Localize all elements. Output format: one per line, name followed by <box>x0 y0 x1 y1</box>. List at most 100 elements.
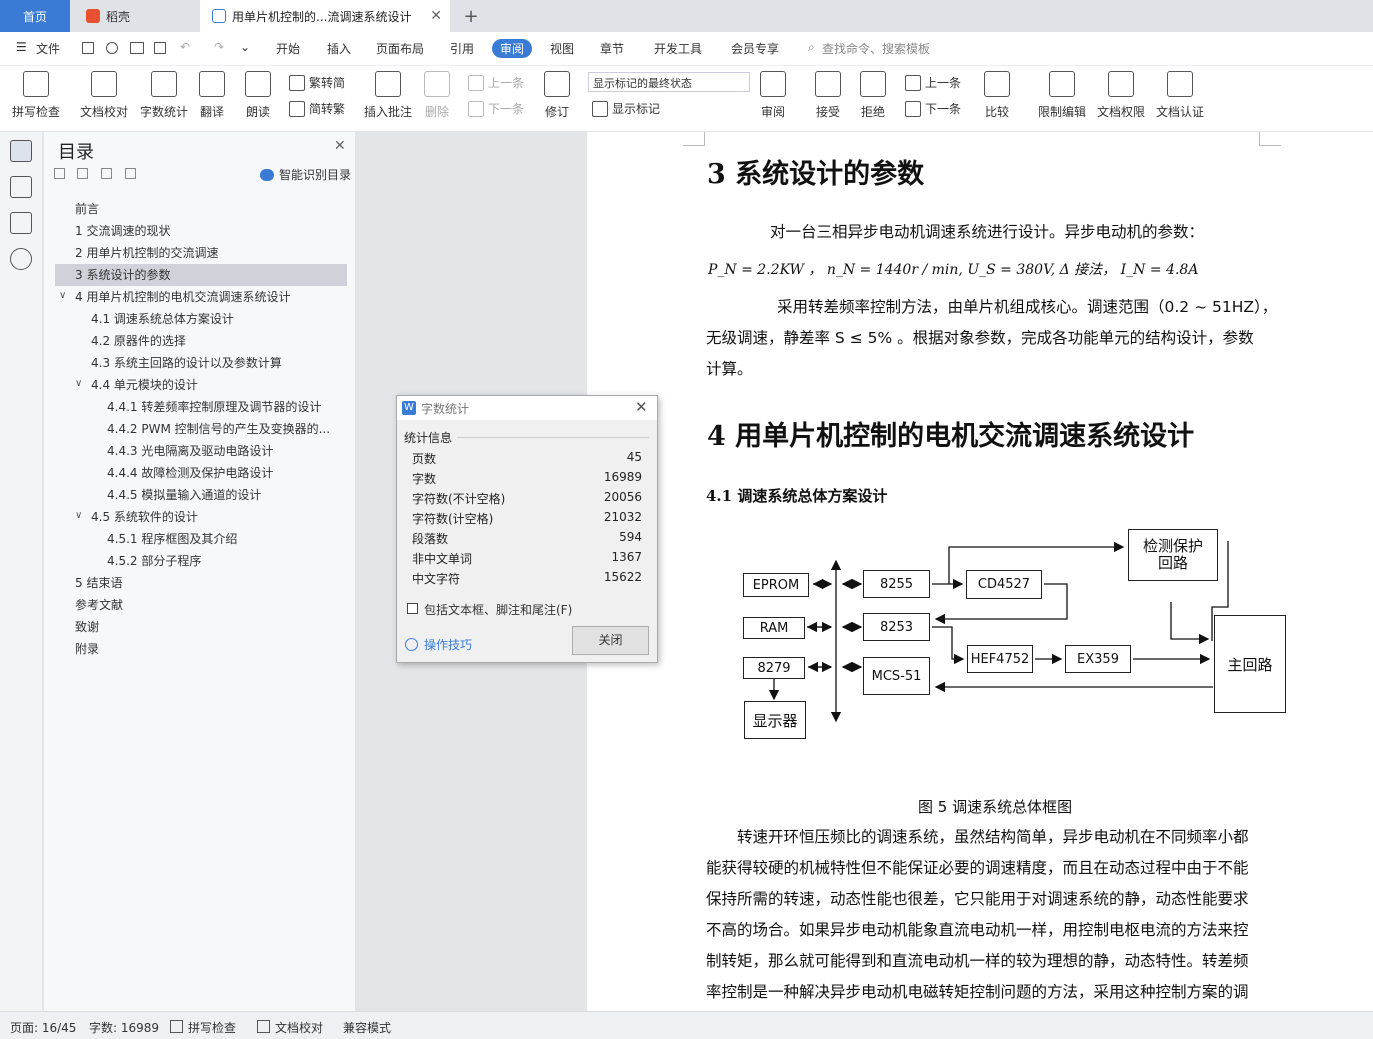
toc-item[interactable]: 4.5.1 程序框图及其介绍 <box>55 528 347 550</box>
paragraph: 制转矩，那么就可能得到和直流电动机一样的较为理想的静，动态特性。转差频 <box>706 952 1249 970</box>
page-indicator[interactable]: 页面: 16/45 <box>10 1019 76 1036</box>
review-pane-button[interactable]: 审阅 <box>760 71 786 120</box>
toc-item[interactable]: 4.5.2 部分子程序 <box>55 550 347 572</box>
accept-button[interactable]: 接受 <box>815 71 841 120</box>
doc-auth-button[interactable]: 文档认证 <box>1156 71 1204 120</box>
trad-to-simp-button[interactable]: 繁转简 <box>289 74 345 91</box>
toc-item[interactable]: 4.2 原器件的选择 <box>55 330 347 352</box>
doccheck-button[interactable]: 文档校对 <box>80 71 128 120</box>
chevron-down-icon[interactable]: ∨ <box>75 378 82 389</box>
include-footnotes-checkbox[interactable] <box>407 603 418 614</box>
print-icon[interactable] <box>130 42 144 54</box>
preview-icon[interactable] <box>154 42 166 54</box>
stat-row: 字数 16989 <box>412 470 642 490</box>
collapse-all-icon[interactable] <box>54 168 65 179</box>
restrict-edit-button[interactable]: 限制编辑 <box>1038 71 1086 120</box>
menu-start[interactable]: 开始 <box>276 40 300 57</box>
expand-all-icon[interactable] <box>77 168 88 179</box>
read-aloud-button[interactable]: 朗读 <box>245 71 271 120</box>
next-change-button[interactable]: 下一条 <box>905 100 961 117</box>
prev-label: 上一条 <box>488 76 525 90</box>
remove-heading-icon[interactable] <box>125 168 136 179</box>
chapter-icon[interactable] <box>10 176 32 198</box>
menu-devtools[interactable]: 开发工具 <box>654 40 702 57</box>
command-search[interactable]: 查找命令、搜索模板 <box>822 40 930 57</box>
more-icon[interactable]: ⌄ <box>240 40 250 54</box>
toc-item[interactable]: 4.3 系统主回路的设计以及参数计算 <box>55 352 347 374</box>
chevron-down-icon[interactable]: ∨ <box>75 510 82 521</box>
toc-item[interactable]: 4.4.5 模拟量输入通道的设计 <box>55 484 347 506</box>
simp-to-trad-button[interactable]: 简转繁 <box>289 100 345 117</box>
stat-row: 字符数(计空格) 21032 <box>412 510 642 530</box>
toc-item[interactable]: 4.4.2 PWM 控制信号的产生及变换器的... <box>55 418 347 440</box>
share-icon[interactable] <box>106 42 118 54</box>
toc-item[interactable]: 4.1 调速系统总体方案设计 <box>55 308 347 330</box>
outline-icon[interactable] <box>10 140 32 162</box>
markup-state-select[interactable]: 显示标记的最终状态 <box>588 72 750 92</box>
menu-layout[interactable]: 页面布局 <box>376 40 424 57</box>
revise-button[interactable]: 修订 <box>544 71 570 120</box>
spellcheck-button[interactable]: 拼写检查 <box>12 71 60 120</box>
toc-item[interactable]: 4.4.4 故障检测及保护电路设计 <box>55 462 347 484</box>
spellcheck-status[interactable]: 拼写检查 <box>188 1019 236 1036</box>
show-markup-button[interactable]: 显示标记 <box>592 100 660 117</box>
menu-view[interactable]: 视图 <box>550 40 574 57</box>
add-heading-icon[interactable] <box>101 168 112 179</box>
prev-comment-button[interactable]: 上一条 <box>468 74 524 91</box>
prev-change-button[interactable]: 上一条 <box>905 74 961 91</box>
doc-permission-button[interactable]: 文档权限 <box>1097 71 1145 120</box>
tips-link[interactable]: 操作技巧 <box>405 636 472 653</box>
toc-item[interactable]: 附录 <box>55 638 347 660</box>
toc-item[interactable]: 5 结束语 <box>55 572 347 594</box>
new-tab-button[interactable]: + <box>458 0 484 32</box>
smart-toc-button[interactable]: 智能识别目录 <box>260 166 351 183</box>
close-icon[interactable]: ✕ <box>635 398 648 416</box>
bookmark-icon[interactable] <box>10 212 32 234</box>
menu-icon[interactable]: ☰ <box>16 40 27 54</box>
save-icon[interactable] <box>82 42 94 54</box>
close-icon[interactable]: ✕ <box>334 138 346 154</box>
redo-icon[interactable]: ↷ <box>214 40 224 54</box>
close-icon[interactable]: ✕ <box>430 8 442 24</box>
tab-document[interactable]: 用单片机控制的...流调速系统设计 ✕ <box>200 0 450 32</box>
menu-review[interactable]: 审阅 <box>492 39 533 58</box>
word-count-indicator[interactable]: 字数: 16989 <box>89 1019 159 1036</box>
revise-label: 修订 <box>544 105 569 119</box>
insert-comment-button[interactable]: 插入批注 <box>364 71 412 120</box>
menu-reference[interactable]: 引用 <box>450 40 474 57</box>
stat-value: 45 <box>626 450 642 464</box>
include-footnotes-label[interactable]: 包括文本框、脚注和尾注(F) <box>424 601 572 618</box>
menu-chapter[interactable]: 章节 <box>600 40 624 57</box>
toc-item[interactable]: 4.4.1 转差频率控制原理及调节器的设计 <box>55 396 347 418</box>
toc-item[interactable]: 致谢 <box>55 616 347 638</box>
menu-insert[interactable]: 插入 <box>327 40 351 57</box>
next-comment-button[interactable]: 下一条 <box>468 100 524 117</box>
menu-file[interactable]: 文件 <box>36 40 60 57</box>
compare-button[interactable]: 比较 <box>984 71 1010 120</box>
document-page[interactable]: 3 系统设计的参数 对一台三相异步电动机调速系统进行设计。异步电动机的参数： P… <box>587 132 1373 1011</box>
toc-item[interactable]: 4.5 系统软件的设计 <box>55 506 347 528</box>
undo-icon[interactable]: ↶ <box>180 40 190 54</box>
toc-item[interactable]: 前言 <box>55 198 347 220</box>
tab-daoke[interactable]: 稻壳 <box>72 0 192 32</box>
doccheck-status[interactable]: 文档校对 <box>275 1019 323 1036</box>
wordcount-button[interactable]: 字数统计 <box>140 71 188 120</box>
chevron-down-icon[interactable]: ∨ <box>59 290 66 301</box>
menu-member[interactable]: 会员专享 <box>731 40 779 57</box>
toc-item[interactable]: 4 用单片机控制的电机交流调速系统设计 <box>55 286 347 308</box>
toc-item[interactable]: 参考文献 <box>55 594 347 616</box>
toc-item-selected[interactable]: 3 系统设计的参数 <box>55 264 347 286</box>
tab-home[interactable]: 首页 <box>0 0 70 32</box>
delete-comment-button[interactable]: 删除 <box>424 71 450 120</box>
toc-item[interactable]: 4.4 单元模块的设计 <box>55 374 347 396</box>
close-button[interactable]: 关闭 <box>572 626 649 655</box>
search-icon[interactable] <box>10 248 32 270</box>
auth-label: 文档认证 <box>1156 105 1205 119</box>
toc-item[interactable]: 1 交流调速的现状 <box>55 220 347 242</box>
reject-button[interactable]: 拒绝 <box>860 71 886 120</box>
toc-item[interactable]: 4.4.3 光电隔离及驱动电路设计 <box>55 440 347 462</box>
toc-item[interactable]: 2 用单片机控制的交流调速 <box>55 242 347 264</box>
translate-button[interactable]: 翻译 <box>199 71 225 120</box>
stat-value: 16989 <box>603 470 642 484</box>
dialog-title-bar[interactable]: W 字数统计 ✕ <box>397 396 657 420</box>
